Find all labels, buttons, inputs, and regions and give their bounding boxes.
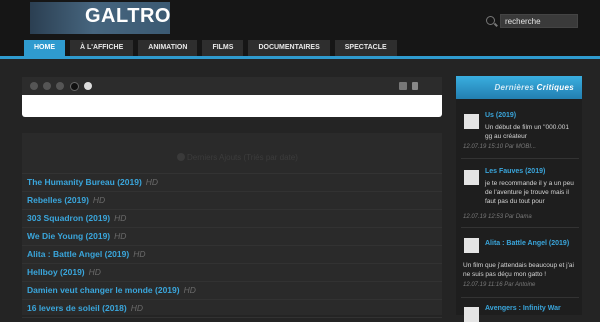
player-area[interactable] bbox=[22, 95, 442, 117]
review-text: Un film que j'attendais beaucoup et j'ai… bbox=[463, 262, 574, 278]
avatar bbox=[464, 238, 479, 253]
review-meta: 12.07.19 15:10 Par MOBI... bbox=[463, 144, 537, 150]
movie-title[interactable]: Rebelles (2019) bbox=[27, 195, 89, 205]
list-header-text: Derniers Ajouts (Triés par date) bbox=[187, 153, 298, 162]
reviews-title-b: Critiques bbox=[536, 83, 574, 92]
stop-icon[interactable] bbox=[43, 82, 51, 90]
avatar bbox=[464, 170, 479, 185]
movie-item[interactable]: Damien veut changer le monde (2019) HD bbox=[22, 282, 442, 300]
movie-title[interactable]: Hellboy (2019) bbox=[27, 267, 85, 277]
tab-spectacle[interactable]: SPECTACLE bbox=[334, 40, 397, 56]
review-text: je te recommande il y a un peu de l'aven… bbox=[485, 180, 574, 205]
quality-badge: HD bbox=[88, 267, 101, 277]
quality-badge: HD bbox=[114, 231, 127, 241]
movie-item[interactable]: Rebelles (2019) HD bbox=[22, 192, 442, 210]
quality-badge: HD bbox=[92, 195, 106, 205]
movie-title[interactable]: We Die Young (2019) bbox=[27, 231, 110, 241]
nav-underline bbox=[0, 56, 600, 59]
divider bbox=[461, 158, 579, 159]
movie-title[interactable]: 16 levers de soleil (2018) bbox=[27, 303, 127, 313]
review-title[interactable]: Alita : Battle Angel (2019) bbox=[485, 240, 569, 247]
movie-item[interactable]: The Humanity Bureau (2019) HD bbox=[22, 174, 442, 192]
site-header: GALTRO HOME À L'AFFICHE ANIMATION FILMS … bbox=[0, 0, 600, 58]
review-title[interactable]: Us (2019) bbox=[485, 112, 516, 119]
prev-icon[interactable] bbox=[30, 82, 38, 90]
quality-badge: HD bbox=[145, 177, 159, 187]
avatar bbox=[464, 114, 479, 129]
movie-item[interactable]: 303 Squadron (2019) HD bbox=[22, 210, 442, 228]
latest-list-panel: Derniers Ajouts (Triés par date) The Hum… bbox=[22, 133, 442, 318]
quality-badge: HD bbox=[133, 249, 146, 259]
reviews-title: Dernières Critiques bbox=[494, 83, 574, 92]
reviews-header: Dernières Critiques bbox=[456, 76, 582, 99]
movie-item[interactable]: We Die Young (2019) HD bbox=[22, 228, 442, 246]
review-title[interactable]: Les Fauves (2019) bbox=[485, 168, 545, 175]
reviews-title-a: Dernières bbox=[494, 83, 535, 92]
site-logo[interactable]: GALTRO bbox=[30, 2, 170, 34]
theme-dark-icon[interactable] bbox=[70, 82, 79, 91]
tab-home[interactable]: HOME bbox=[24, 40, 65, 56]
window-icon[interactable] bbox=[399, 82, 407, 90]
movie-item[interactable]: Hellboy (2019) HD bbox=[22, 264, 442, 282]
movie-list: The Humanity Bureau (2019) HD Rebelles (2… bbox=[22, 174, 442, 318]
player-controls bbox=[22, 77, 442, 95]
review-meta: 12.07.19 11:16 Par Antoine bbox=[463, 282, 536, 288]
movie-title[interactable]: Alita : Battle Angel (2019) bbox=[27, 249, 129, 259]
pause-icon[interactable] bbox=[412, 82, 418, 90]
clock-icon bbox=[177, 153, 185, 161]
quality-badge: HD bbox=[114, 213, 127, 223]
movie-title[interactable]: Damien veut changer le monde (2019) bbox=[27, 285, 180, 295]
movie-title[interactable]: 303 Squadron (2019) bbox=[27, 213, 110, 223]
theme-light-icon[interactable] bbox=[84, 82, 92, 90]
divider bbox=[461, 227, 579, 228]
reviews-panel: Us (2019) Un début de film un "000.001 g… bbox=[456, 99, 582, 322]
tab-animation[interactable]: ANIMATION bbox=[138, 40, 198, 56]
movie-item[interactable]: Alita : Battle Angel (2019) HD bbox=[22, 246, 442, 264]
list-header: Derniers Ajouts (Triés par date) bbox=[22, 133, 442, 174]
review-text: Un début de film un "000.001 gg au créat… bbox=[485, 124, 569, 140]
quality-badge: HD bbox=[130, 303, 143, 313]
divider bbox=[461, 297, 579, 298]
review-meta: 12.07.19 12:53 Par Dama bbox=[463, 214, 532, 220]
main-nav: HOME À L'AFFICHE ANIMATION FILMS DOCUMEN… bbox=[24, 40, 397, 56]
movie-title[interactable]: The Humanity Bureau (2019) bbox=[27, 177, 142, 187]
logo-text: GALTRO bbox=[85, 5, 171, 27]
next-icon[interactable] bbox=[56, 82, 64, 90]
movie-item[interactable]: 16 levers de soleil (2018) HD bbox=[22, 300, 442, 318]
tab-a-laffiche[interactable]: À L'AFFICHE bbox=[70, 40, 134, 56]
tab-documentaires[interactable]: DOCUMENTAIRES bbox=[248, 40, 330, 56]
player-box bbox=[22, 77, 442, 119]
review-title[interactable]: Avengers : Infinity War bbox=[485, 305, 561, 312]
quality-badge: HD bbox=[183, 285, 196, 295]
search-icon[interactable] bbox=[486, 16, 495, 25]
tab-films[interactable]: FILMS bbox=[202, 40, 244, 56]
search-input[interactable] bbox=[500, 14, 578, 28]
